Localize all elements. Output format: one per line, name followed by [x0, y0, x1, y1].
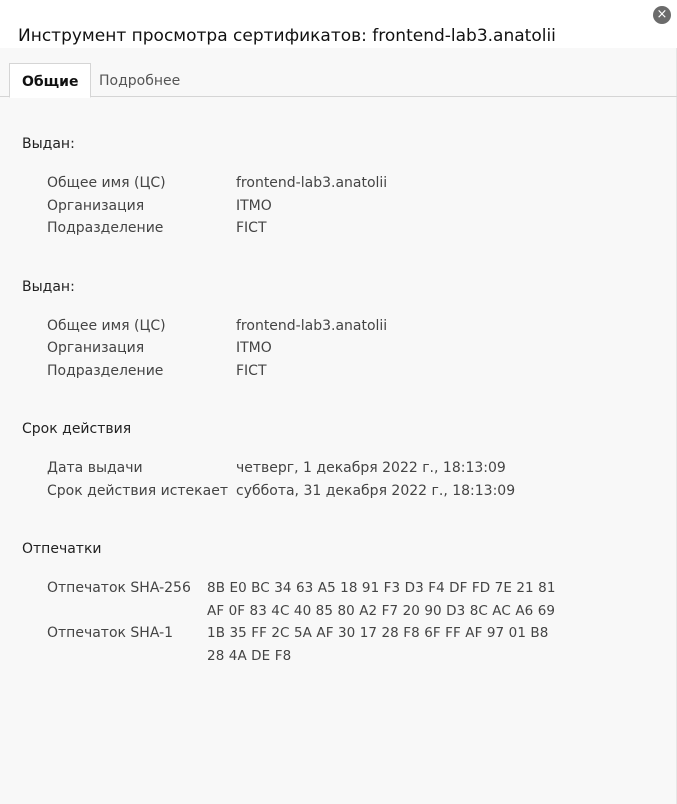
sha1-label: Отпечаток SHA-1 [47, 625, 174, 641]
issued-by-org-value: ITMO [236, 340, 272, 356]
fingerprints-title: Отпечатки [22, 541, 102, 557]
dialog-title: Инструмент просмотра сертификатов: front… [18, 26, 556, 46]
issued-to-ou-label: Подразделение [47, 220, 164, 236]
issued-to-cn-value: frontend-lab3.anatolii [236, 175, 388, 191]
issue-date-value: четверг, 1 декабря 2022 г., 18:13:09 [236, 460, 506, 476]
issued-by-cn-value: frontend-lab3.anatolii [236, 318, 388, 334]
issued-to-org-value: ITMO [236, 198, 272, 214]
title-bar: Инструмент просмотра сертификатов: front… [0, 0, 677, 48]
expiry-date-value: суббота, 31 декабря 2022 г., 18:13:09 [236, 483, 516, 499]
issued-to-title: Выдан: [22, 136, 75, 152]
sha1-value-line2: 28 4A DE F8 [207, 648, 292, 664]
certificate-viewer-dialog: Инструмент просмотра сертификатов: front… [0, 0, 677, 804]
close-icon[interactable]: × [653, 6, 671, 24]
issued-by-org-label: Организация [47, 340, 145, 356]
issued-by-title: Выдан: [22, 279, 75, 295]
issued-to-cn-label: Общее имя (ЦС) [47, 175, 166, 191]
issued-to-ou-value: FICT [236, 220, 267, 236]
issued-by-ou-value: FICT [236, 363, 267, 379]
tab-general[interactable]: Общие [9, 63, 92, 98]
sha256-value-line1: 8B E0 BC 34 63 A5 18 91 F3 D3 F4 DF FD 7… [207, 580, 556, 596]
validity-title: Срок действия [22, 421, 132, 437]
expiry-date-label: Срок действия истекает [47, 483, 228, 499]
sha256-label: Отпечаток SHA-256 [47, 580, 191, 596]
issued-by-ou-label: Подразделение [47, 363, 164, 379]
tab-details[interactable]: Подробнее [87, 63, 192, 97]
sha1-value-line1: 1B 35 FF 2C 5A AF 30 17 28 F8 6F FF AF 9… [207, 625, 549, 641]
issued-by-cn-label: Общее имя (ЦС) [47, 318, 166, 334]
tab-bar: Общие Подробнее [0, 63, 677, 98]
issued-to-org-label: Организация [47, 198, 145, 214]
sha256-value-line2: AF 0F 83 4C 40 85 80 A2 F7 20 90 D3 8C A… [207, 603, 556, 619]
issue-date-label: Дата выдачи [47, 460, 143, 476]
